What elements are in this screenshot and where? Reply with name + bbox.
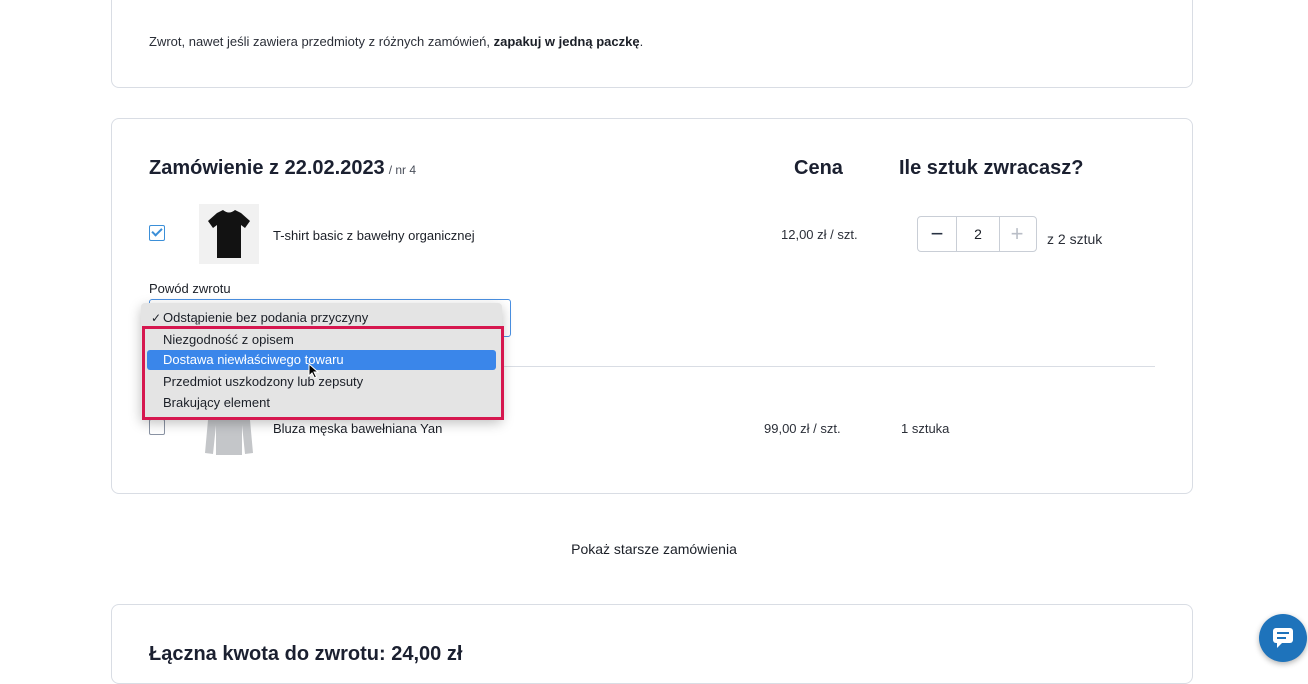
chat-icon [1273,628,1293,648]
quantity-input[interactable]: 2 [956,216,1000,252]
product-price-tshirt: 12,00 zł / szt. [781,227,858,242]
quantity-total-label: z 2 sztuk [1047,231,1103,247]
reason-option-no-reason[interactable]: ✓ Odstąpienie bez podania przyczyny [147,308,496,328]
reason-option-not-as-described[interactable]: Niezgodność z opisem [147,330,496,350]
info-card: Zwrot, nawet jeśli zawiera przedmioty z … [111,0,1193,88]
checkmark-icon: ✓ [151,311,162,325]
quantity-hoodie: 1 sztuka [901,421,950,436]
price-column-header: Cena [794,157,843,179]
product-price-hoodie: 99,00 zł / szt. [764,421,841,436]
quantity-stepper: − 2 + [917,216,1037,252]
reason-option-damaged[interactable]: Przedmiot uszkodzony lub zepsuty [147,372,496,392]
decrease-quantity-button[interactable]: − [918,217,956,251]
show-older-orders-link[interactable]: Pokaż starsze zamówienia [0,541,1308,557]
item-checkbox-tshirt[interactable] [149,225,165,241]
chat-button[interactable] [1259,614,1307,662]
product-image-tshirt [199,204,259,264]
quantity-column-header: Ile sztuk zwracasz? [899,157,1084,179]
reason-option-missing-element[interactable]: Brakujący element [147,393,496,413]
return-reason-label: Powód zwrotu [149,281,231,296]
product-name-tshirt[interactable]: T-shirt basic z bawełny organicznej [273,228,475,243]
order-number: / nr 4 [388,163,417,177]
item-checkbox-hoodie[interactable] [149,419,165,435]
return-reason-dropdown: ✓ Odstąpienie bez podania przyczyny Niezg… [141,303,502,419]
reason-option-wrong-item[interactable]: Dostawa niewłaściwego towaru [147,350,496,370]
total-refund-amount: Łączna kwota do zwrotu: 24,00 zł [149,643,463,665]
increase-quantity-button[interactable]: + [998,217,1036,251]
product-name-hoodie[interactable]: Bluza męska bawełniana Yan [273,421,442,436]
single-package-info: Zwrot, nawet jeśli zawiera przedmioty z … [149,34,644,49]
order-title: Zamówienie z 22.02.2023/ nr 4 [149,157,417,179]
total-card: Łączna kwota do zwrotu: 24,00 zł [111,604,1193,684]
